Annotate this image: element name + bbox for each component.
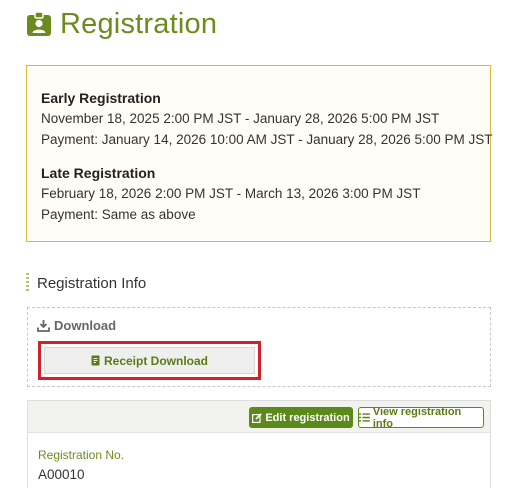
id-badge-icon (27, 11, 51, 36)
section-heading: Registration Info (26, 272, 146, 294)
receipt-button-highlight: Receipt Download (38, 341, 261, 380)
period-dates: November 18, 2025 2:00 PM JST - January … (41, 111, 440, 126)
download-label-text: Download (54, 318, 117, 333)
registration-card-header: Edit registration View registration info (28, 401, 490, 433)
download-box: Download Receipt Download (27, 307, 491, 387)
registration-card: Edit registration View registration info… (27, 400, 491, 488)
period-payment: Payment: Same as above (41, 207, 196, 222)
period-title: Late Registration (41, 165, 156, 181)
registration-number-label: Registration No. (38, 448, 125, 462)
receipt-download-button[interactable]: Receipt Download (44, 347, 255, 374)
view-registration-info-button[interactable]: View registration info (358, 405, 484, 430)
section-heading-bar (26, 273, 29, 293)
late-registration-period: Late Registration February 18, 2026 2:00… (41, 163, 420, 225)
period-dates: February 18, 2026 2:00 PM JST - March 13… (41, 186, 421, 201)
download-label: Download (37, 318, 116, 333)
period-payment: Payment: January 14, 2026 10:00 AM JST -… (41, 132, 493, 147)
edit-icon (252, 412, 263, 423)
section-heading-text: Registration Info (37, 274, 147, 292)
registration-number-value: A00010 (38, 467, 85, 482)
early-registration-period: Early Registration November 18, 2025 2:0… (41, 88, 493, 150)
registration-period-box: Early Registration November 18, 2025 2:0… (26, 65, 493, 242)
view-registration-info-label: View registration info (372, 405, 462, 430)
document-icon (91, 355, 100, 366)
edit-registration-button[interactable]: Edit registration (249, 407, 353, 428)
list-icon (359, 413, 370, 422)
page-title: Registration (26, 6, 217, 42)
download-icon (37, 319, 50, 332)
page-title-text: Registration (60, 7, 218, 40)
period-title: Early Registration (41, 90, 161, 106)
receipt-download-label: Receipt Download (103, 353, 208, 368)
edit-registration-label: Edit registration (265, 411, 350, 424)
